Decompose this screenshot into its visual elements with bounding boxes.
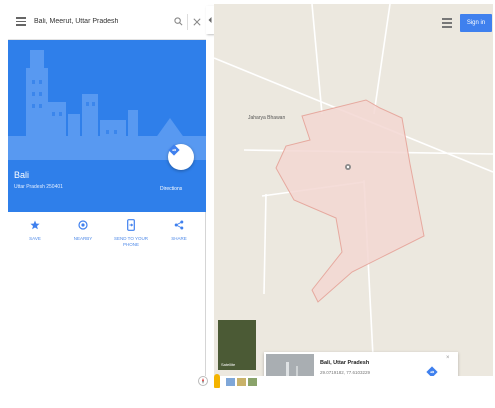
pegman-icon[interactable]: [214, 374, 220, 388]
clear-search-icon[interactable]: [188, 4, 206, 40]
satellite-toggle[interactable]: Satellite: [218, 320, 256, 370]
place-panel: Bali, Meerut, Uttar Pradesh Bali Uttar P…: [8, 4, 206, 376]
phone-icon: [108, 218, 154, 232]
directions-button[interactable]: [168, 144, 194, 170]
search-bar: Bali, Meerut, Uttar Pradesh: [8, 4, 206, 40]
card-coordinates: 29.0719182, 77.6103229: [320, 370, 371, 375]
nearby-label: NEARBY: [73, 236, 93, 241]
imagery-tiles[interactable]: [226, 378, 257, 386]
share-button[interactable]: SHARE: [156, 218, 202, 242]
send-to-phone-label: SEND TO YOUR PHONE: [113, 236, 148, 247]
action-row: SAVE NEARBY SEND TO YOUR PHONE SHARE: [8, 218, 206, 270]
map-canvas[interactable]: Jaharya Bhawan Sign in Satellite Bali, U…: [214, 4, 493, 376]
place-name: Bali: [14, 170, 30, 180]
directions-label: Directions: [160, 186, 183, 192]
place-address: Uttar Pradesh 250401: [14, 184, 63, 190]
apps-menu-icon[interactable]: [442, 18, 452, 28]
nearby-button[interactable]: NEARBY: [60, 218, 106, 242]
star-icon: [12, 218, 58, 232]
tile-icon[interactable]: [237, 378, 246, 386]
place-info-card[interactable]: Bali, Uttar Pradesh 29.0719182, 77.61032…: [264, 352, 458, 376]
tile-icon[interactable]: [248, 378, 257, 386]
chevron-left-icon: [208, 17, 212, 23]
share-label: SHARE: [171, 236, 187, 241]
poi-label[interactable]: Jaharya Bhawan: [248, 115, 285, 121]
tile-icon[interactable]: [226, 378, 235, 386]
send-to-phone-button[interactable]: SEND TO YOUR PHONE: [108, 218, 154, 247]
search-input[interactable]: Bali, Meerut, Uttar Pradesh: [34, 18, 169, 25]
directions-icon[interactable]: [426, 366, 440, 376]
directions-icon: [168, 144, 180, 156]
share-icon: [156, 218, 202, 232]
place-hero-image: Bali Uttar Pradesh 250401 Directions: [8, 40, 206, 212]
save-button[interactable]: SAVE: [12, 218, 58, 242]
collapse-panel-button[interactable]: [206, 6, 214, 34]
satellite-label: Satellite: [221, 362, 236, 367]
compass-icon[interactable]: [198, 376, 208, 386]
street-view-thumbnail[interactable]: [266, 354, 314, 376]
card-title: Bali, Uttar Pradesh: [320, 360, 370, 366]
save-label: SAVE: [29, 236, 41, 241]
close-icon[interactable]: ×: [446, 355, 450, 361]
menu-icon[interactable]: [8, 4, 34, 40]
search-icon[interactable]: [169, 4, 187, 40]
sign-in-button[interactable]: Sign in: [460, 14, 492, 32]
nearby-icon: [60, 218, 106, 232]
